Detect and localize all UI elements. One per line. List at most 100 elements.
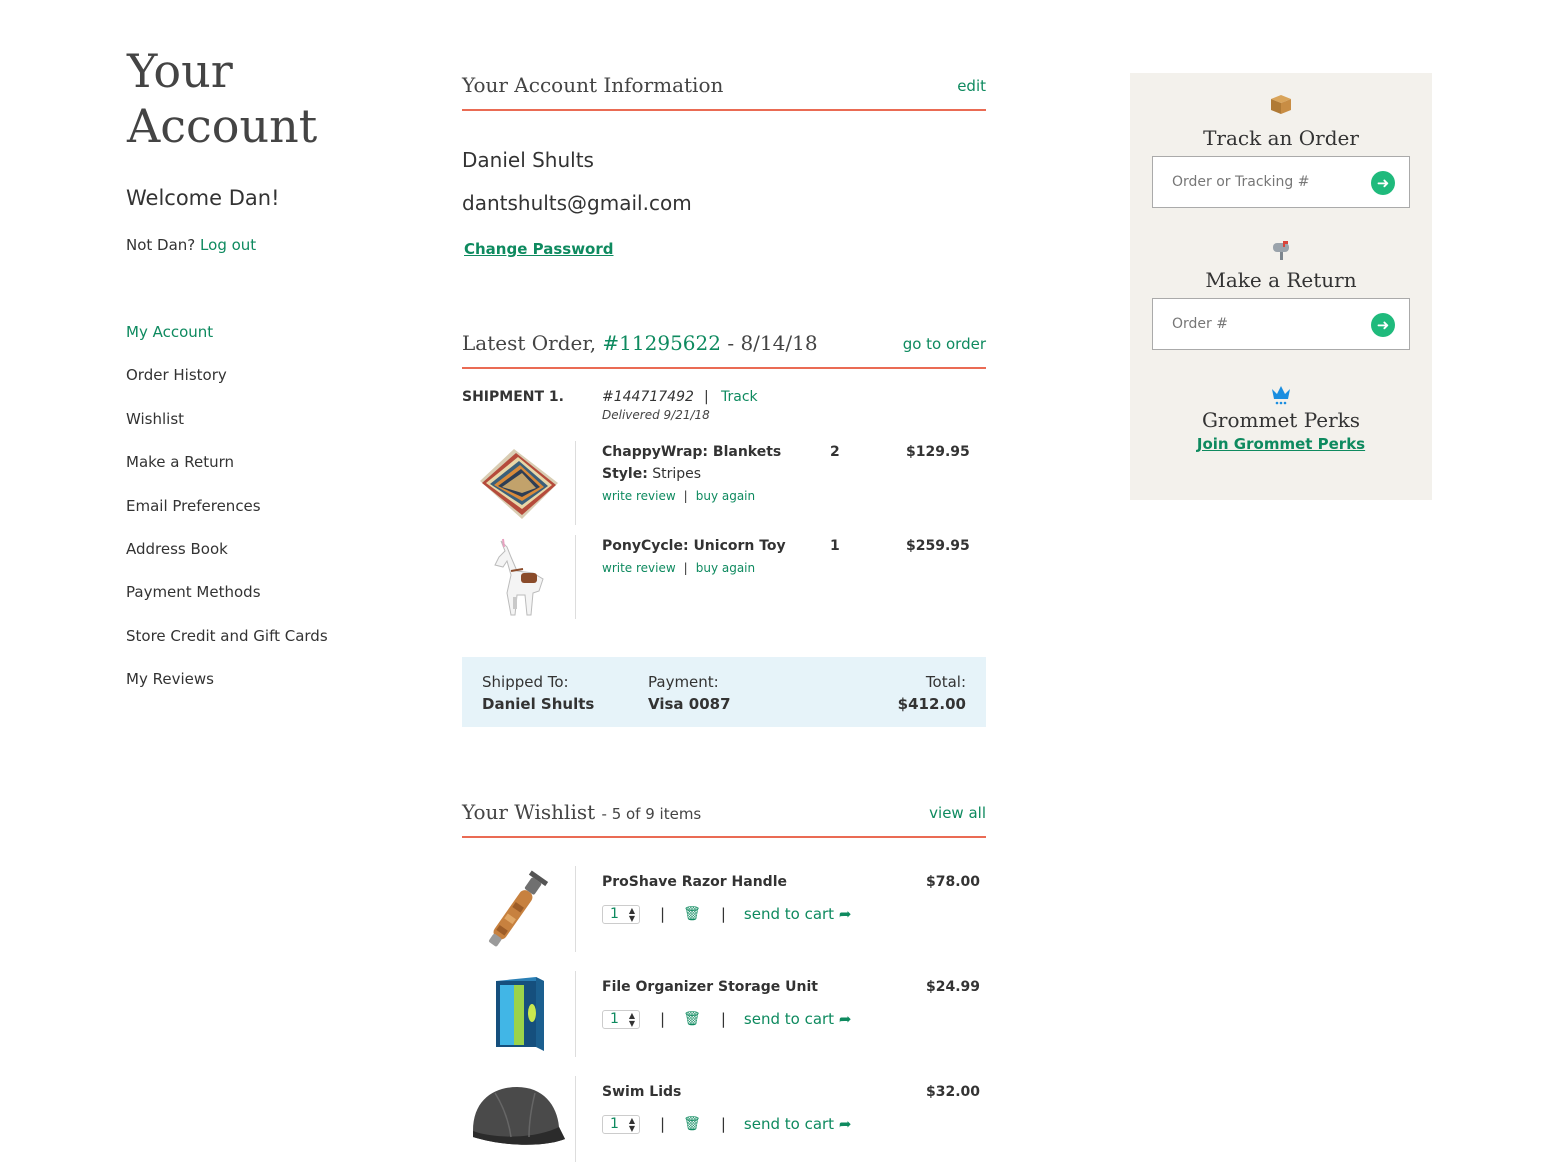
write-review-link[interactable]: write review	[602, 561, 676, 575]
nav-email-preferences[interactable]: Email Preferences	[126, 496, 328, 539]
account-info-title: Your Account Information	[462, 73, 724, 97]
share-arrow-icon: ➦	[838, 1010, 852, 1028]
control-separator: |	[720, 1115, 726, 1133]
arrow-right-icon[interactable]: ➜	[1371, 313, 1395, 337]
view-all-wishlist-link[interactable]: view all	[929, 804, 986, 822]
order-number-link[interactable]: #11295622	[602, 331, 721, 355]
payment-label: Payment:	[648, 673, 719, 691]
return-order-field: ➜	[1152, 298, 1410, 350]
nav-payment-methods[interactable]: Payment Methods	[126, 582, 328, 625]
link-separator: |	[683, 561, 688, 575]
send-to-cart-label: send to cart	[743, 905, 835, 923]
item-style-label: Style:	[602, 466, 648, 482]
welcome-message: Welcome Dan!	[126, 186, 280, 210]
not-user-line: Not Dan? Log out	[126, 236, 256, 254]
trash-icon[interactable]: 🗑	[683, 906, 701, 922]
track-order-field: ➜	[1152, 156, 1410, 208]
shipment-number: #144717492	[602, 389, 694, 405]
shipment-separator: |	[704, 389, 709, 405]
trash-icon[interactable]: 🗑	[683, 1116, 701, 1132]
mailbox-icon	[1130, 239, 1432, 266]
wishlist-item-controls: 1 ▲ ▼ | 🗑 | send to cart ➦	[602, 1009, 851, 1029]
select-arrows-icon: ▲ ▼	[628, 1010, 635, 1028]
item-style-value: Stripes	[652, 466, 702, 482]
join-grommet-perks-link[interactable]: Join Grommet Perks	[1130, 435, 1432, 453]
send-to-cart-link[interactable]: send to cart ➦	[744, 1010, 852, 1028]
share-arrow-icon: ➦	[838, 1115, 852, 1133]
package-icon	[1130, 93, 1432, 120]
nav-my-reviews[interactable]: My Reviews	[126, 669, 328, 712]
delivered-date: Delivered 9/21/18	[602, 408, 710, 422]
item-links: write review | buy again	[602, 561, 755, 575]
payment-value: Visa 0087	[648, 695, 731, 713]
change-password-link[interactable]: Change Password	[464, 240, 614, 258]
not-user-text: Not Dan?	[126, 236, 196, 254]
file-organizer-image[interactable]	[462, 971, 572, 1057]
buy-again-link[interactable]: buy again	[696, 561, 755, 575]
quantity-select[interactable]: 1 ▲ ▼	[602, 904, 640, 924]
make-return-title: Make a Return	[1205, 268, 1357, 292]
total-value: $412.00	[897, 695, 966, 713]
quick-actions-panel: Track an Order ➜ Make a Return ➜ Grommet…	[1130, 73, 1432, 500]
control-separator: |	[660, 905, 666, 923]
track-order-title: Track an Order	[1203, 126, 1359, 150]
send-to-cart-label: send to cart	[743, 1115, 835, 1133]
account-name: Daniel Shults	[462, 148, 594, 172]
arrow-right-icon[interactable]: ➜	[1371, 171, 1395, 195]
latest-order-header: Latest Order, #11295622 - 8/14/18 go to …	[462, 329, 986, 369]
item-quantity: 1	[830, 538, 840, 554]
latest-order-prefix: Latest Order,	[462, 331, 597, 355]
order-total: Total: $412.00	[898, 671, 966, 715]
item-name: PonyCycle: Unicorn Toy	[602, 538, 786, 554]
trash-icon[interactable]: 🗑	[683, 1011, 701, 1027]
item-links: write review | buy again	[602, 489, 755, 503]
send-to-cart-link[interactable]: send to cart ➦	[744, 1115, 852, 1133]
striped-blanket-image[interactable]	[462, 441, 572, 525]
control-separator: |	[720, 905, 726, 923]
order-item: PonyCycle: Unicorn Toy write review | buy …	[462, 535, 986, 619]
select-arrows-icon: ▲ ▼	[628, 1115, 635, 1133]
unicorn-toy-image[interactable]	[462, 535, 572, 619]
item-price: $259.95	[906, 538, 970, 554]
wishlist-item-price: $24.99	[926, 979, 981, 995]
latest-order-title: Latest Order, #11295622 - 8/14/18	[462, 331, 818, 355]
wishlist-item-name: ProShave Razor Handle	[602, 874, 787, 890]
shipment-label: SHIPMENT 1.	[462, 389, 564, 405]
nav-make-a-return[interactable]: Make a Return	[126, 452, 328, 495]
send-to-cart-link[interactable]: send to cart ➦	[744, 905, 852, 923]
quantity-select[interactable]: 1 ▲ ▼	[602, 1009, 640, 1029]
wishlist-item-price: $78.00	[926, 874, 981, 890]
buy-again-link[interactable]: buy again	[696, 489, 755, 503]
razor-handle-image[interactable]	[462, 866, 572, 952]
nav-my-account[interactable]: My Account	[126, 322, 328, 365]
shipped-to-label: Shipped To:	[482, 673, 569, 691]
item-price: $129.95	[906, 444, 970, 460]
nav-order-history[interactable]: Order History	[126, 365, 328, 408]
swim-cap-image[interactable]	[462, 1076, 572, 1162]
grommet-perks-title: Grommet Perks	[1201, 408, 1361, 432]
logout-link[interactable]: Log out	[200, 236, 256, 254]
nav-store-credit[interactable]: Store Credit and Gift Cards	[126, 626, 328, 669]
nav-address-book[interactable]: Address Book	[126, 539, 328, 582]
payment: Payment: Visa 0087	[648, 671, 731, 715]
quantity-select[interactable]: 1 ▲ ▼	[602, 1114, 640, 1134]
wishlist-heading: Your Wishlist	[462, 800, 596, 824]
edit-account-link[interactable]: edit	[957, 77, 986, 95]
go-to-order-link[interactable]: go to order	[903, 335, 986, 353]
quantity-value: 1	[610, 1010, 619, 1027]
account-info-header: Your Account Information edit	[462, 71, 986, 111]
return-order-input[interactable]	[1153, 299, 1353, 349]
wishlist-item-price: $32.00	[926, 1084, 981, 1100]
wishlist-item: File Organizer Storage Unit $24.99 1 ▲ ▼ …	[462, 971, 986, 1057]
track-order-input[interactable]	[1153, 157, 1353, 207]
item-name: ChappyWrap: Blankets	[602, 444, 782, 460]
item-quantity: 2	[830, 444, 840, 460]
wishlist-item: ProShave Razor Handle $78.00 1 ▲ ▼ | 🗑 | …	[462, 866, 986, 952]
wishlist-item: Swim Lids $32.00 1 ▲ ▼ | 🗑 | send to cart…	[462, 1076, 986, 1162]
write-review-link[interactable]: write review	[602, 489, 676, 503]
wishlist-item-controls: 1 ▲ ▼ | 🗑 | send to cart ➦	[602, 904, 851, 924]
share-arrow-icon: ➦	[838, 905, 852, 923]
wishlist-item-name: Swim Lids	[602, 1084, 682, 1100]
nav-wishlist[interactable]: Wishlist	[126, 409, 328, 452]
track-shipment-link[interactable]: Track	[721, 389, 758, 405]
